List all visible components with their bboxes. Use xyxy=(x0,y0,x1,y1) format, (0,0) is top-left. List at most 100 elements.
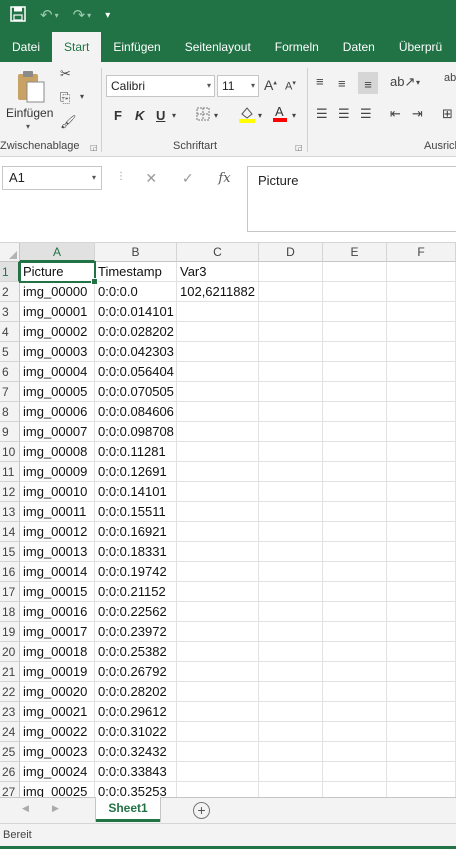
cell-b2[interactable]: 0:0:0.0 xyxy=(95,282,177,302)
cell-e13[interactable] xyxy=(323,502,387,522)
cell-e6[interactable] xyxy=(323,362,387,382)
cell-c2[interactable]: 102,6211882 xyxy=(177,282,259,302)
customize-qat-icon[interactable]: ▾ xyxy=(105,8,110,24)
cell-e12[interactable] xyxy=(323,482,387,502)
align-left-icon[interactable]: ☰ xyxy=(316,106,328,122)
row-header[interactable]: 21 xyxy=(0,662,20,682)
cell-d15[interactable] xyxy=(259,542,323,562)
cell-b25[interactable]: 0:0:0.32432 xyxy=(95,742,177,762)
cell-b8[interactable]: 0:0:0.084606 xyxy=(95,402,177,422)
cell-c13[interactable] xyxy=(177,502,259,522)
cell-b3[interactable]: 0:0:0.014101 xyxy=(95,302,177,322)
cell-e7[interactable] xyxy=(323,382,387,402)
cell-b23[interactable]: 0:0:0.29612 xyxy=(95,702,177,722)
row-header[interactable]: 7 xyxy=(0,382,20,402)
orientation-icon[interactable]: ab↗ xyxy=(390,74,415,90)
row-header[interactable]: 25 xyxy=(0,742,20,762)
resize-handle-icon[interactable]: ⋮ xyxy=(116,171,126,182)
cell-a6[interactable]: img_00004 xyxy=(20,362,95,382)
cell-b5[interactable]: 0:0:0.042303 xyxy=(95,342,177,362)
align-bottom-icon[interactable]: ≡ xyxy=(358,72,378,94)
font-name-select[interactable]: Calibri ▾ xyxy=(106,75,215,97)
cell-a22[interactable]: img_00020 xyxy=(20,682,95,702)
cell-c12[interactable] xyxy=(177,482,259,502)
cell-d25[interactable] xyxy=(259,742,323,762)
cell-c9[interactable] xyxy=(177,422,259,442)
chevron-down-icon[interactable]: ▾ xyxy=(80,92,84,101)
cell-b1[interactable]: Timestamp xyxy=(95,262,177,282)
dialog-launcher-icon[interactable]: ◲ xyxy=(90,143,98,152)
formula-input[interactable]: Picture xyxy=(247,166,456,232)
fill-color-icon[interactable] xyxy=(238,105,256,126)
cell-f10[interactable] xyxy=(387,442,456,462)
cell-a4[interactable]: img_00002 xyxy=(20,322,95,342)
cell-e3[interactable] xyxy=(323,302,387,322)
insert-function-icon[interactable]: fx xyxy=(218,171,230,186)
cell-d22[interactable] xyxy=(259,682,323,702)
cell-d2[interactable] xyxy=(259,282,323,302)
cell-f11[interactable] xyxy=(387,462,456,482)
row-header[interactable]: 1 xyxy=(0,262,20,282)
cell-a24[interactable]: img_00022 xyxy=(20,722,95,742)
cell-b26[interactable]: 0:0:0.33843 xyxy=(95,762,177,782)
row-header[interactable]: 24 xyxy=(0,722,20,742)
cell-d21[interactable] xyxy=(259,662,323,682)
cell-f19[interactable] xyxy=(387,622,456,642)
copy-icon[interactable]: ⎘ xyxy=(60,90,70,106)
cell-f15[interactable] xyxy=(387,542,456,562)
column-header-f[interactable]: F xyxy=(387,243,456,262)
cell-d16[interactable] xyxy=(259,562,323,582)
cell-f6[interactable] xyxy=(387,362,456,382)
cell-d8[interactable] xyxy=(259,402,323,422)
cell-a27[interactable]: img_00025 xyxy=(20,782,95,797)
tab-formeln[interactable]: Formeln xyxy=(263,32,331,62)
chevron-down-icon[interactable]: ▾ xyxy=(172,111,176,120)
cell-f22[interactable] xyxy=(387,682,456,702)
row-header[interactable]: 10 xyxy=(0,442,20,462)
cell-b4[interactable]: 0:0:0.028202 xyxy=(95,322,177,342)
decrease-font-icon[interactable]: A▾ xyxy=(285,79,296,93)
column-header-b[interactable]: B xyxy=(95,243,177,262)
row-header[interactable]: 20 xyxy=(0,642,20,662)
cell-a17[interactable]: img_00015 xyxy=(20,582,95,602)
cell-d18[interactable] xyxy=(259,602,323,622)
column-header-e[interactable]: E xyxy=(323,243,387,262)
cell-e17[interactable] xyxy=(323,582,387,602)
cell-d24[interactable] xyxy=(259,722,323,742)
tab-daten[interactable]: Daten xyxy=(331,32,387,62)
cell-d10[interactable] xyxy=(259,442,323,462)
italic-button[interactable]: K xyxy=(135,108,144,123)
cell-b21[interactable]: 0:0:0.26792 xyxy=(95,662,177,682)
cell-a14[interactable]: img_00012 xyxy=(20,522,95,542)
enter-icon[interactable]: ✓ xyxy=(182,170,194,187)
cell-e16[interactable] xyxy=(323,562,387,582)
cell-b12[interactable]: 0:0:0.14101 xyxy=(95,482,177,502)
cell-c8[interactable] xyxy=(177,402,259,422)
cell-b19[interactable]: 0:0:0.23972 xyxy=(95,622,177,642)
format-painter-icon[interactable]: 🖌 xyxy=(60,114,77,130)
cell-d13[interactable] xyxy=(259,502,323,522)
cell-e23[interactable] xyxy=(323,702,387,722)
cell-c4[interactable] xyxy=(177,322,259,342)
cell-c25[interactable] xyxy=(177,742,259,762)
row-header[interactable]: 23 xyxy=(0,702,20,722)
row-header[interactable]: 2 xyxy=(0,282,20,302)
spreadsheet-grid[interactable]: A B C D E F 1 Picture Timestamp Var3 2 img_00000 0:0… xyxy=(0,243,456,797)
cell-e27[interactable] xyxy=(323,782,387,797)
cell-e8[interactable] xyxy=(323,402,387,422)
cell-a21[interactable]: img_00019 xyxy=(20,662,95,682)
undo-icon[interactable]: ↶ xyxy=(40,8,53,24)
cell-f12[interactable] xyxy=(387,482,456,502)
cell-a18[interactable]: img_00016 xyxy=(20,602,95,622)
cell-f7[interactable] xyxy=(387,382,456,402)
cell-b11[interactable]: 0:0:0.12691 xyxy=(95,462,177,482)
cancel-icon[interactable]: ✕ xyxy=(145,170,157,187)
cell-d17[interactable] xyxy=(259,582,323,602)
cell-a1[interactable]: Picture xyxy=(20,262,95,282)
merge-cells-icon[interactable]: ⊞ xyxy=(442,106,453,122)
chevron-down-icon[interactable]: ▾ xyxy=(292,111,296,120)
save-icon[interactable] xyxy=(10,6,26,26)
cell-a2[interactable]: img_00000 xyxy=(20,282,95,302)
chevron-down-icon[interactable]: ▾ xyxy=(87,8,91,24)
cell-f24[interactable] xyxy=(387,722,456,742)
